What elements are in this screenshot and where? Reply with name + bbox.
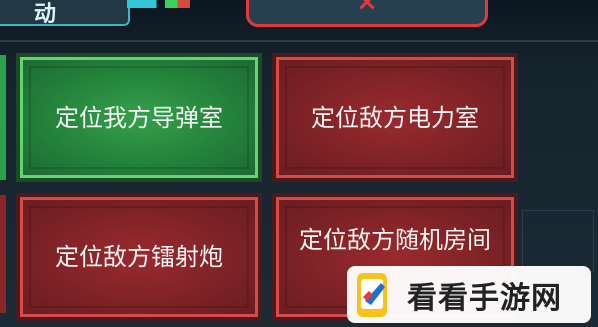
faint-panel (522, 210, 594, 272)
locate-enemy-power-room-button[interactable]: 定位敌方电力室 (272, 53, 518, 182)
button-label: 定位我方导弹室 (55, 103, 223, 132)
divider (0, 40, 598, 42)
top-left-tab[interactable] (0, 0, 130, 26)
header-stripe (127, 0, 211, 8)
close-icon: × (356, 0, 378, 17)
left-edge-marker (0, 55, 6, 180)
watermark-text: 看看手游网 (407, 280, 562, 316)
locate-enemy-laser-cannon-button[interactable]: 定位敌方镭射炮 (16, 193, 262, 321)
watermark-logo-icon (355, 271, 395, 319)
button-label: 定位敌方随机房间 (299, 226, 491, 254)
watermark: 看看手游网 (347, 266, 591, 323)
top-left-tab-label: 动 (34, 2, 57, 27)
close-button[interactable]: × (246, 0, 488, 27)
button-label: 定位敌方镭射炮 (55, 243, 223, 271)
locate-own-missile-room-button[interactable]: 定位我方导弹室 (16, 53, 262, 182)
button-label: 定位敌方电力室 (311, 103, 479, 132)
left-edge-marker (0, 195, 6, 313)
